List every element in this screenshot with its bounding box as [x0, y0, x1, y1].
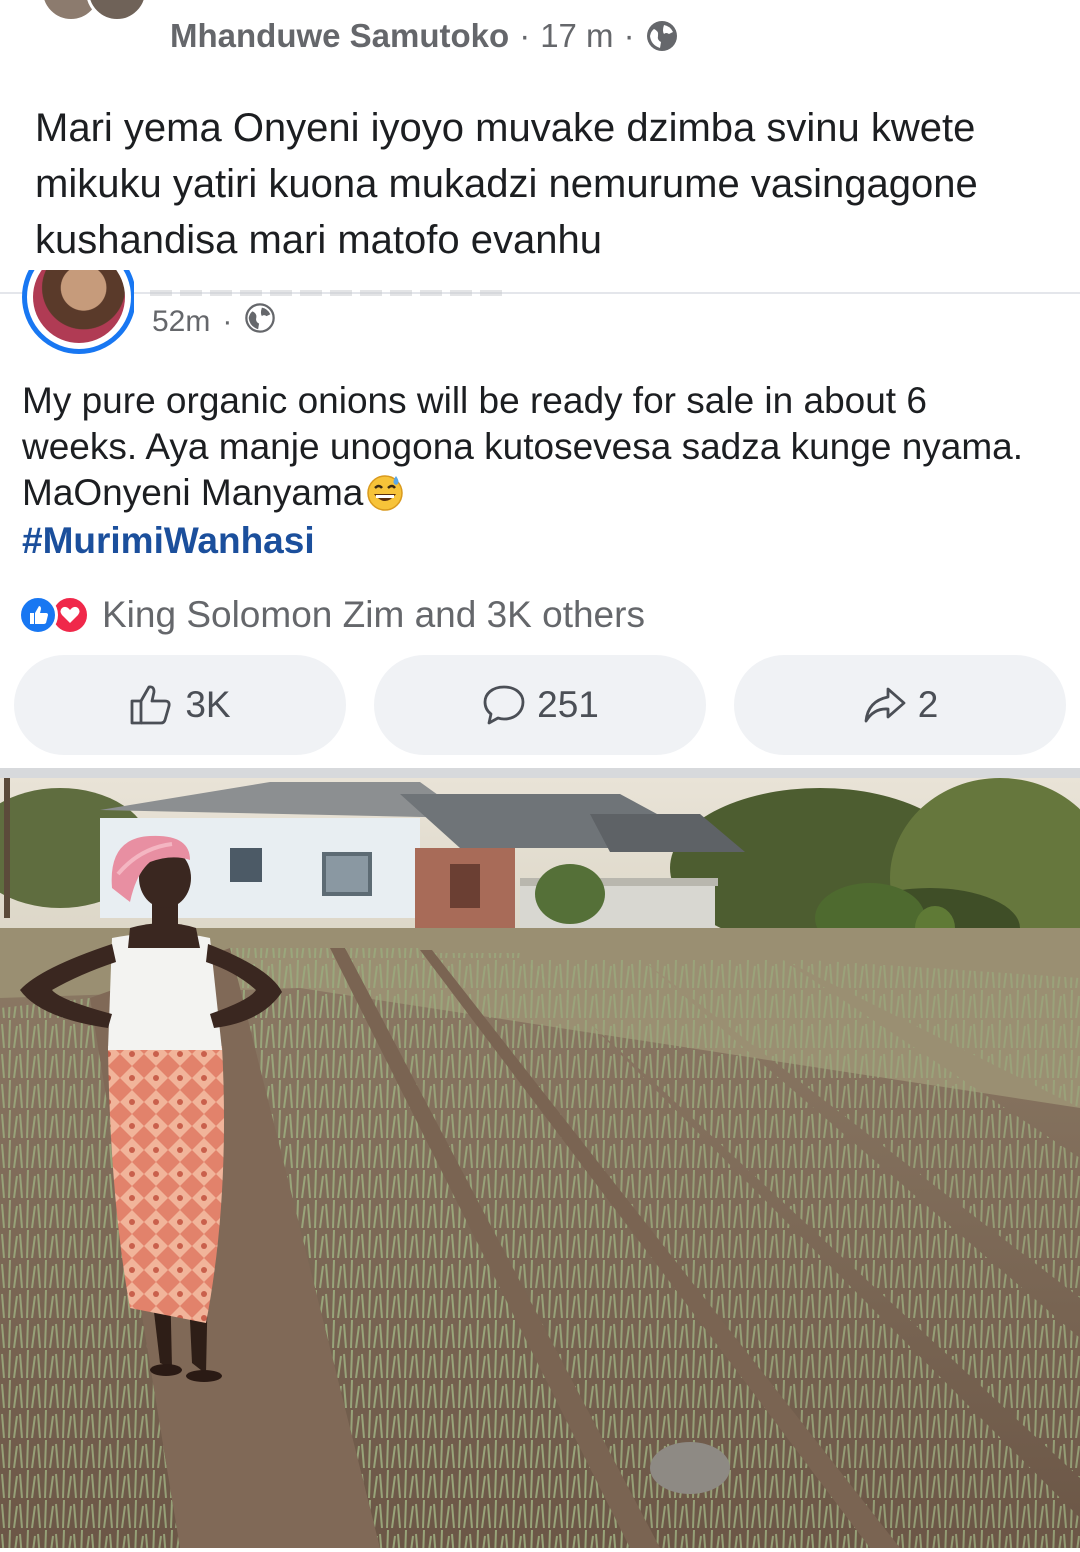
share-icon [864, 687, 906, 723]
meta-separator: · [623, 17, 635, 54]
divider [0, 768, 1080, 778]
like-count: 3K [185, 684, 231, 725]
hashtag-link[interactable]: #MurimiWanhasi [22, 518, 315, 564]
outer-post-meta: Mhanduwe Samutoko · 17 m · [170, 14, 679, 58]
shared-post-time[interactable]: 52m [152, 305, 210, 339]
comment-icon [483, 685, 525, 725]
shared-author-avatar[interactable] [22, 270, 134, 354]
share-count: 2 [917, 684, 939, 725]
cropped-author-name [150, 290, 510, 296]
like-button[interactable]: 3K [14, 655, 346, 755]
comment-button[interactable]: 251 [374, 655, 706, 755]
like-icon [18, 595, 58, 635]
avatar [86, 0, 148, 22]
thumbs-up-icon [130, 685, 171, 725]
globe-icon [645, 19, 679, 53]
shared-post-body: My pure organic onions will be ready for… [22, 380, 1024, 513]
outer-post-time[interactable]: 17 m [540, 17, 613, 55]
shared-post-text: My pure organic onions will be ready for… [22, 378, 1042, 516]
reactions-text: King Solomon Zim and 3K others [102, 594, 645, 635]
action-bar: 3K 251 2 [14, 655, 1066, 755]
outer-author-name[interactable]: Mhanduwe Samutoko [170, 17, 509, 55]
shared-post-meta: 52m · [152, 302, 276, 342]
outer-author-avatars[interactable] [40, 0, 160, 22]
comment-count: 251 [537, 684, 599, 725]
share-button[interactable]: 2 [734, 655, 1066, 755]
meta-separator: · [519, 17, 531, 54]
reactions-summary[interactable]: King Solomon Zim and 3K others [18, 592, 645, 638]
post-photo[interactable] [0, 778, 1080, 1548]
grinning-sweat-emoji-icon [365, 472, 405, 512]
globe-icon [244, 302, 276, 342]
outer-post-text: Mari yema Onyeni iyoyo muvake dzimba svi… [35, 106, 978, 262]
meta-separator: · [222, 305, 233, 338]
